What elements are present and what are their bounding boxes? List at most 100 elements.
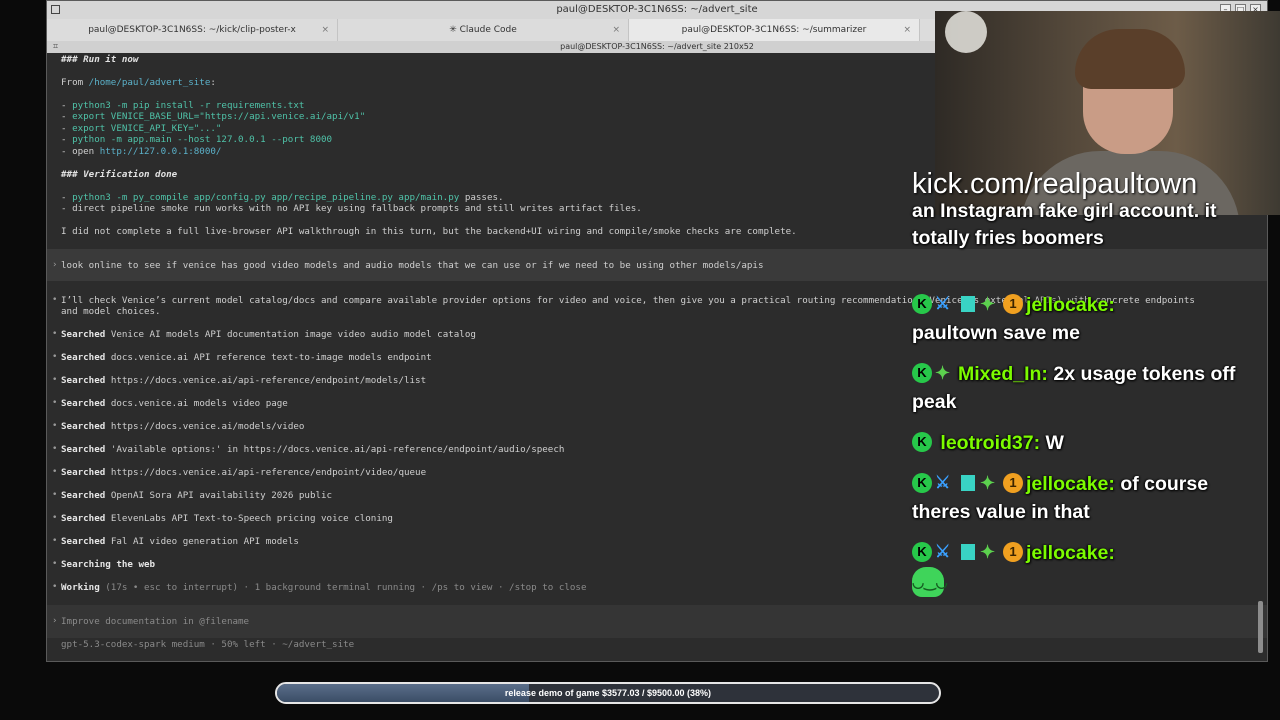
from-colon: : xyxy=(210,77,216,88)
grip-icon[interactable]: ⌗ xyxy=(53,41,58,53)
bullet-icon: • xyxy=(52,559,58,569)
tab-claude-code[interactable]: ✳ Claude Code × xyxy=(338,19,629,41)
tab-clip-poster[interactable]: paul@DESKTOP-3C1N6SS: ~/kick/clip-poster… xyxy=(47,19,338,41)
chat-username[interactable]: Mixed_In: xyxy=(958,363,1048,385)
bullet-icon: • xyxy=(52,295,58,305)
kick-badge-icon: K xyxy=(912,541,932,562)
step-prefix: - open xyxy=(61,146,100,157)
composer-input[interactable]: Improve documentation in @filename xyxy=(61,616,249,627)
verify-line: - python3 -m py_compile app/config.py ap… xyxy=(61,192,504,203)
tab-close-icon[interactable]: × xyxy=(321,19,329,41)
bullet-icon: • xyxy=(52,352,58,362)
status-footer: gpt-5.3-codex-spark medium · 50% left · … xyxy=(61,639,355,650)
searched-label: Searched xyxy=(61,329,106,340)
chat-username[interactable]: leotroid37: xyxy=(940,432,1040,454)
tab-close-icon[interactable]: × xyxy=(903,19,911,41)
searched-label: Searched xyxy=(61,467,106,478)
chat-text: paultown save me xyxy=(912,322,1080,344)
step-prefix: - xyxy=(61,134,73,145)
working-word: Working xyxy=(61,582,100,593)
search-query: OpenAI Sora API availability 2026 public xyxy=(110,490,333,501)
search-line: Searched docs.venice.ai API reference te… xyxy=(61,352,432,363)
bullet-icon: • xyxy=(52,421,58,431)
search-line: Searched 'Available options:' in https:/… xyxy=(61,444,564,455)
scrollbar-thumb[interactable] xyxy=(1258,601,1263,653)
search-line: Searched Venice AI models API documentat… xyxy=(61,329,476,340)
from-label: From xyxy=(61,77,89,88)
step-prefix: - xyxy=(61,123,73,134)
search-line: Searched OpenAI Sora API availability 20… xyxy=(61,490,332,501)
chat-message: an Instagram fake girl account. it total… xyxy=(912,198,1252,252)
chat-username[interactable]: jellocake: xyxy=(1026,542,1115,564)
searched-label: Searched xyxy=(61,444,106,455)
chat-username[interactable]: jellocake: xyxy=(1026,294,1115,316)
tier-badge-icon: 1 xyxy=(1003,541,1023,562)
chat-text: an Instagram fake girl account. it total… xyxy=(912,200,1217,249)
searching-line: Searching the web xyxy=(61,559,156,570)
sword-badge-icon: ⚔ xyxy=(935,541,951,561)
tab-summarizer[interactable]: paul@DESKTOP-3C1N6SS: ~/summarizer × xyxy=(629,19,920,41)
bullet-icon: • xyxy=(52,444,58,454)
tier-badge-icon: 1 xyxy=(1003,472,1023,493)
tab-label: paul@DESKTOP-3C1N6SS: ~/summarizer xyxy=(681,25,867,35)
chat-message: K leotroid37: W xyxy=(912,429,1252,457)
tier-badge-icon: 1 xyxy=(1003,293,1023,314)
bullet-icon: • xyxy=(52,398,58,408)
search-query: ElevenLabs API Text-to-Speech pricing vo… xyxy=(110,513,393,524)
search-query: https://docs.venice.ai/api-reference/end… xyxy=(110,375,427,386)
step-code: python -m app.main --host 127.0.0.1 --po… xyxy=(72,134,333,145)
chat-message: K ⚔ ✦ 1 jellocake: of course theres value in… xyxy=(912,470,1252,526)
sparkle-badge-icon: ✦ xyxy=(980,293,996,314)
run-step: - python3 -m pip install -r requirements… xyxy=(61,100,304,111)
search-line: Searched docs.venice.ai models video pag… xyxy=(61,398,288,409)
window-menu-icon[interactable] xyxy=(51,5,60,14)
search-query: https://docs.venice.ai/models/video xyxy=(110,421,305,432)
gift-badge-icon xyxy=(961,295,975,312)
kick-badge-icon: K xyxy=(912,362,932,383)
donation-goal-bar: release demo of game $3577.03 / $9500.00… xyxy=(275,682,941,704)
searched-label: Searched xyxy=(61,375,106,386)
kick-badge-icon: K xyxy=(912,472,932,493)
verify-prefix: - xyxy=(61,192,73,203)
chat-message: K ⚔ ✦ 1 jellocake: ◡‿◡ xyxy=(912,539,1252,597)
tab-label: ✳ Claude Code xyxy=(449,25,517,35)
chat-text: W xyxy=(1045,432,1064,454)
step-code: http://127.0.0.1:8000/ xyxy=(99,146,222,157)
working-detail: (17s • esc to interrupt) · 1 background … xyxy=(99,582,587,593)
bullet-icon: • xyxy=(52,513,58,523)
chat-username[interactable]: jellocake: xyxy=(1026,473,1115,495)
search-query: https://docs.venice.ai/api-reference/end… xyxy=(110,467,427,478)
bullet-icon: • xyxy=(52,467,58,477)
bullet-icon: • xyxy=(52,536,58,546)
search-query: docs.venice.ai API reference text-to-ima… xyxy=(110,352,432,363)
from-line: From /home/paul/advert_site: xyxy=(61,77,216,88)
webcam-lamp xyxy=(945,11,987,53)
sparkle-badge-icon: ✦ xyxy=(935,362,951,383)
search-line: Searched ElevenLabs API Text-to-Speech p… xyxy=(61,513,393,524)
working-status: Working (17s • esc to interrupt) · 1 bac… xyxy=(61,582,587,593)
search-line: Searched Fal AI video generation API mod… xyxy=(61,536,299,547)
verify-heading: ### Verification done xyxy=(61,169,178,180)
tab-close-icon[interactable]: × xyxy=(612,19,620,41)
note-line: I did not complete a full live-browser A… xyxy=(61,226,797,237)
searched-label: Searched xyxy=(61,398,106,409)
sword-badge-icon: ⚔ xyxy=(935,293,951,313)
run-step: - python -m app.main --host 127.0.0.1 --… xyxy=(61,134,332,145)
searched-label: Searched xyxy=(61,513,106,524)
search-line: Searched https://docs.venice.ai/api-refe… xyxy=(61,375,426,386)
size-label: paul@DESKTOP-3C1N6SS: ~/advert_site 210x… xyxy=(560,42,754,51)
webcam-person-hair xyxy=(1075,29,1185,89)
spinner-icon: • xyxy=(52,582,58,592)
chat-message: K ⚔ ✦ 1 jellocake: paultown save me xyxy=(912,291,1252,347)
search-query: docs.venice.ai models video page xyxy=(110,398,288,409)
step-code: export VENICE_BASE_URL="https://api.veni… xyxy=(72,111,366,122)
run-step: - export VENICE_API_KEY="..." xyxy=(61,123,221,134)
verify-code: python3 -m py_compile app/config.py app/… xyxy=(72,192,460,203)
sparkle-badge-icon: ✦ xyxy=(980,472,996,493)
verify-line: - direct pipeline smoke run works with n… xyxy=(61,203,642,214)
assistant-reply: and model choices. xyxy=(61,306,161,317)
kick-badge-icon: K xyxy=(912,431,932,452)
searched-label: Searched xyxy=(61,536,106,547)
step-code: export VENICE_API_KEY="..." xyxy=(72,123,222,134)
tab-label: paul@DESKTOP-3C1N6SS: ~/kick/clip-poster… xyxy=(88,25,296,35)
